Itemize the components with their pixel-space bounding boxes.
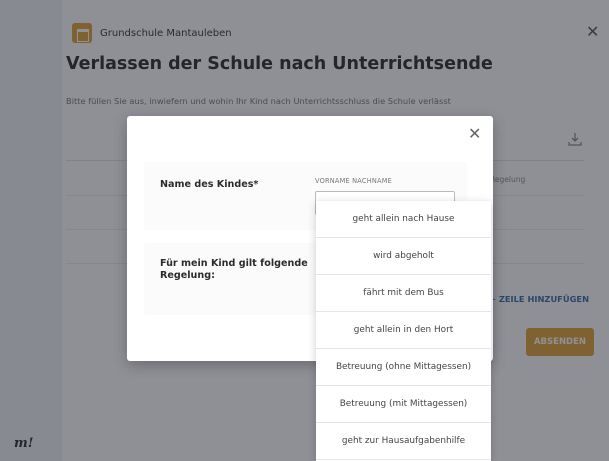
name-hint: VORNAME NACHNAME xyxy=(315,177,392,185)
close-icon[interactable]: ✕ xyxy=(468,124,481,143)
name-label: Name des Kindes* xyxy=(160,179,259,190)
dropdown-option[interactable]: Betreuung (ohne Mittagessen) xyxy=(316,349,491,386)
dropdown-option[interactable]: geht allein nach Hause xyxy=(316,201,491,238)
rule-dropdown-list[interactable]: geht allein nach Hause wird abgeholt fäh… xyxy=(316,201,491,461)
dropdown-option[interactable]: wird abgeholt xyxy=(316,238,491,275)
rule-label: Für mein Kind gilt folgende Regelung: xyxy=(160,258,308,281)
dropdown-option[interactable]: geht allein in den Hort xyxy=(316,312,491,349)
dropdown-option[interactable]: geht zur Hausaufgabenhilfe xyxy=(316,423,491,460)
dropdown-option[interactable]: Betreuung (mit Mittagessen) xyxy=(316,386,491,423)
dropdown-option[interactable]: fährt mit dem Bus xyxy=(316,275,491,312)
